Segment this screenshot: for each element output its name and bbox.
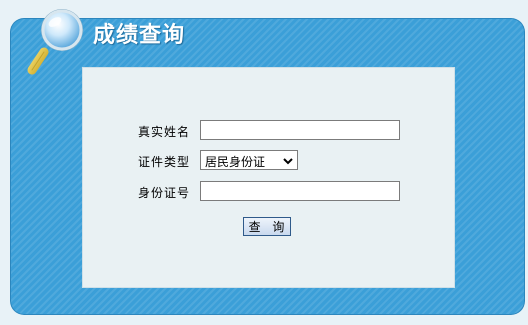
magnifier-icon: [24, 4, 88, 80]
query-form: 真实姓名 证件类型 居民身份证 身份证号 查 询: [82, 67, 455, 288]
query-button[interactable]: 查 询: [243, 217, 291, 236]
cert-type-label: 证件类型: [138, 155, 191, 169]
id-number-input[interactable]: [200, 181, 400, 201]
cert-type-select[interactable]: 居民身份证: [200, 150, 298, 170]
cert-type-row: 证件类型 居民身份证: [83, 150, 454, 172]
cert-type-value: 居民身份证: [205, 155, 266, 169]
id-row: 身份证号: [83, 181, 454, 203]
id-label: 身份证号: [138, 186, 191, 200]
name-row: 真实姓名: [83, 120, 454, 142]
name-label: 真实姓名: [138, 125, 191, 139]
chevron-down-icon: [283, 155, 293, 165]
name-input[interactable]: [200, 120, 400, 140]
page-title: 成绩查询: [93, 23, 186, 48]
